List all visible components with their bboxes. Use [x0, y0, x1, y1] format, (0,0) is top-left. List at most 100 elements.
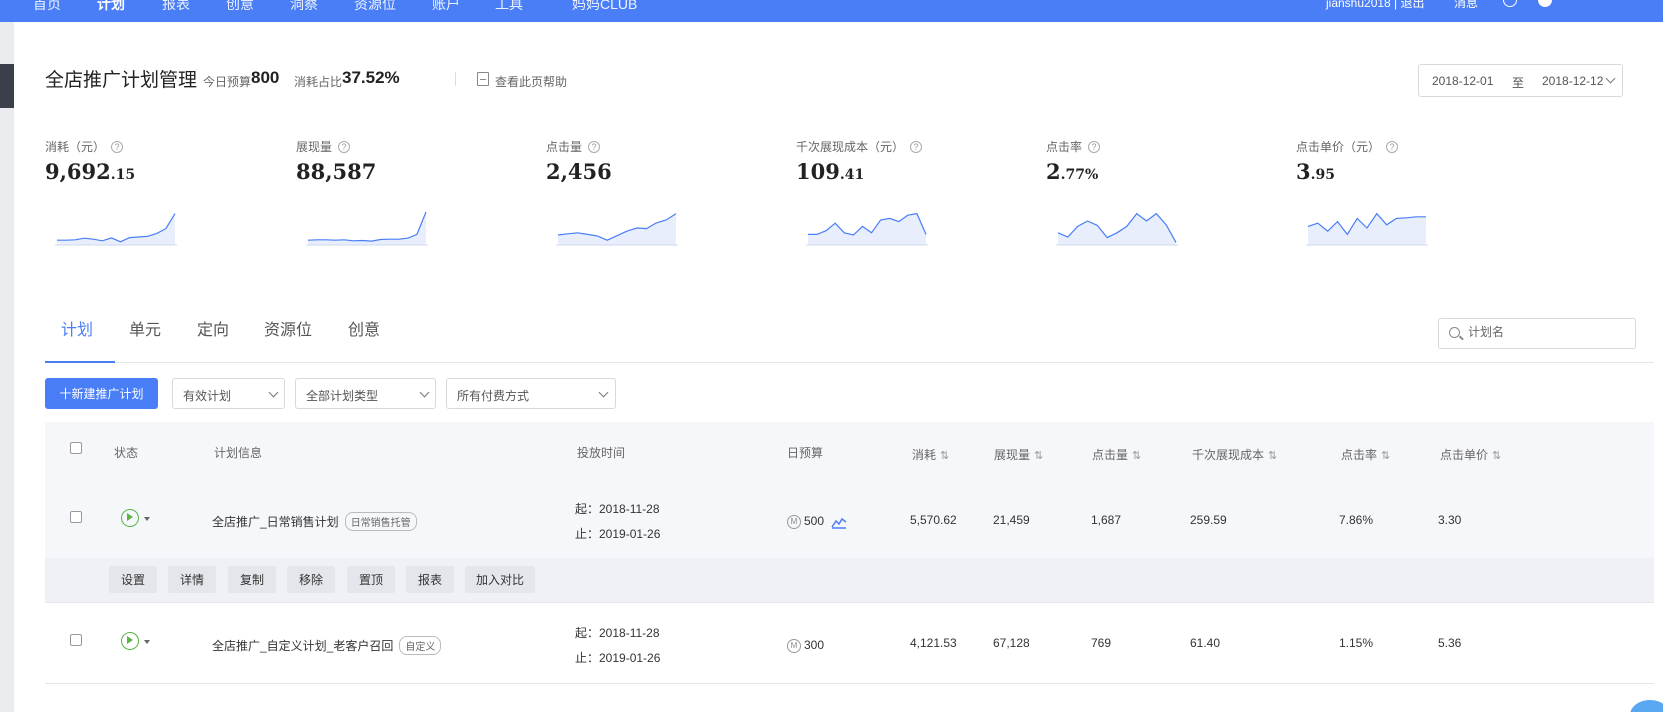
caret-down-icon[interactable]	[144, 517, 150, 521]
daily-budget[interactable]: M 500	[787, 514, 847, 529]
coin-icon: M	[787, 638, 801, 653]
copy-button[interactable]: 复制	[228, 566, 276, 593]
search-icon	[1449, 327, 1460, 338]
question-icon[interactable]: ?	[1386, 140, 1399, 153]
kpi-clicks: 点击量? 2,456	[546, 138, 766, 246]
plan-tag: 自定义	[399, 636, 442, 655]
status-filter[interactable]: 有效计划	[172, 378, 285, 409]
play-icon[interactable]	[121, 632, 139, 650]
tab-targeting[interactable]: 定向	[197, 316, 229, 340]
question-icon[interactable]: ?	[588, 140, 601, 153]
sort-icon: ⇅	[1381, 450, 1391, 462]
th-cpc[interactable]: 点击单价 ⇅	[1440, 446, 1501, 463]
th-cost[interactable]: 消耗 ⇅	[912, 446, 949, 463]
cpm-value: 61.40	[1190, 636, 1221, 650]
sparkline-area	[558, 213, 676, 245]
date-start: 2018-12-01	[1432, 74, 1494, 88]
kpi-ctr: 点击率? 2.77%	[1046, 138, 1266, 246]
question-icon[interactable]: ?	[1088, 140, 1101, 153]
plan-end: 止：2019-01-26	[575, 651, 661, 665]
header-divider	[455, 72, 456, 86]
plan-name[interactable]: 全店推广_自定义计划_老客户召回 自定义	[212, 636, 442, 655]
type-filter[interactable]: 全部计划类型	[295, 378, 436, 409]
plan-tag: 日常销售托管	[344, 512, 417, 531]
kpi-value: 9,692	[45, 159, 111, 184]
nav-report[interactable]: 报表	[162, 0, 190, 14]
question-icon[interactable]: ?	[338, 140, 351, 153]
kpi-sparkline	[806, 212, 928, 246]
nav-tools[interactable]: 工具	[495, 0, 523, 14]
plan-search[interactable]	[1438, 318, 1636, 349]
select-all-checkbox[interactable]	[70, 442, 82, 454]
row-checkbox[interactable]	[70, 634, 82, 646]
question-icon[interactable]: ?	[910, 140, 923, 153]
row-divider	[45, 683, 1654, 684]
nav-insight[interactable]: 洞察	[290, 0, 318, 14]
nav-account[interactable]: 账户	[432, 0, 460, 14]
nav-creative[interactable]: 创意	[226, 0, 254, 14]
report-button[interactable]: 报表	[406, 566, 454, 593]
tab-creative[interactable]: 创意	[348, 316, 380, 340]
kpi-sparkline	[1306, 212, 1428, 246]
ctr-value: 7.86%	[1339, 513, 1374, 527]
date-end: 2018-12-12	[1542, 74, 1604, 88]
add-compare-button[interactable]: 加入对比	[465, 566, 535, 593]
search-input[interactable]	[1468, 325, 1628, 339]
kpi-value: 109	[796, 159, 840, 184]
th-ctr[interactable]: 点击率 ⇅	[1341, 446, 1390, 463]
remove-button[interactable]: 移除	[287, 566, 335, 593]
status-filter-value: 有效计划	[183, 389, 232, 403]
budget-label: 今日预算	[203, 75, 252, 89]
top-nav-bar: 首页 计划 报表 创意 洞察 资源位 账户 工具 妈妈CLUB jianshu2…	[0, 0, 1663, 22]
nav-club[interactable]: 妈妈CLUB	[572, 0, 637, 14]
new-plan-button[interactable]: 十新建推广计划	[45, 378, 158, 409]
trend-chart-icon	[831, 517, 847, 529]
payment-filter-value: 所有付费方式	[457, 389, 530, 403]
kpi-value-decimal: .77%	[1060, 167, 1099, 183]
th-cpm[interactable]: 千次展现成本 ⇅	[1192, 446, 1277, 463]
message-link[interactable]: 消息	[1454, 0, 1478, 11]
kpi-cost: 消耗（元）? 9,692.15	[45, 138, 265, 246]
plan-name[interactable]: 全店推广_日常销售计划 日常销售托管	[212, 512, 417, 531]
row-checkbox[interactable]	[70, 511, 82, 523]
kpi-value: 3	[1296, 159, 1311, 184]
globe-icon[interactable]	[1503, 0, 1517, 7]
kpi-sparkline	[55, 213, 177, 246]
cpc-value: 3.30	[1438, 513, 1462, 527]
nav-home[interactable]: 首页	[33, 0, 61, 14]
th-plan-info: 计划信息	[214, 446, 263, 460]
sort-icon: ⇅	[940, 450, 950, 462]
help-icon[interactable]	[1538, 0, 1552, 7]
user-info[interactable]: jianshu2018 | 退出	[1326, 0, 1425, 11]
pin-top-button[interactable]: 置顶	[347, 566, 395, 593]
nav-plan[interactable]: 计划	[97, 0, 125, 14]
th-impressions[interactable]: 展现量 ⇅	[994, 446, 1043, 463]
details-button[interactable]: 详情	[168, 566, 216, 593]
kpi-value: 88,587	[296, 159, 377, 184]
caret-down-icon[interactable]	[144, 640, 150, 644]
help-link[interactable]: 查看此页帮助	[495, 73, 567, 90]
question-icon[interactable]: ?	[111, 140, 124, 153]
left-sidebar	[0, 22, 14, 712]
kpi-label: 点击率	[1046, 140, 1083, 154]
kpi-label: 千次展现成本（元）	[796, 140, 905, 154]
clicks-value: 1,687	[1091, 513, 1122, 527]
settings-button[interactable]: 设置	[109, 566, 157, 593]
payment-filter[interactable]: 所有付费方式	[446, 378, 616, 409]
kpi-value: 2	[1046, 159, 1061, 184]
cost-value: 4,121.53	[910, 636, 957, 650]
kpi-label: 展现量	[296, 140, 333, 154]
th-clicks[interactable]: 点击量 ⇅	[1092, 446, 1141, 463]
nav-resource[interactable]: 资源位	[354, 0, 396, 14]
play-icon[interactable]	[121, 509, 139, 527]
tab-plan[interactable]: 计划	[61, 316, 93, 340]
chevron-down-icon	[598, 387, 609, 398]
tab-unit[interactable]: 单元	[129, 316, 161, 340]
daily-budget[interactable]: M 300	[787, 638, 824, 653]
budget-value: 800	[251, 68, 280, 87]
date-range-picker[interactable]: 2018-12-01 至 2018-12-12	[1418, 64, 1623, 97]
plan-start: 起：2018-11-28	[575, 502, 660, 516]
kpi-label: 消耗（元）	[45, 140, 106, 154]
chevron-down-icon	[268, 387, 279, 398]
tab-resource[interactable]: 资源位	[264, 316, 312, 340]
